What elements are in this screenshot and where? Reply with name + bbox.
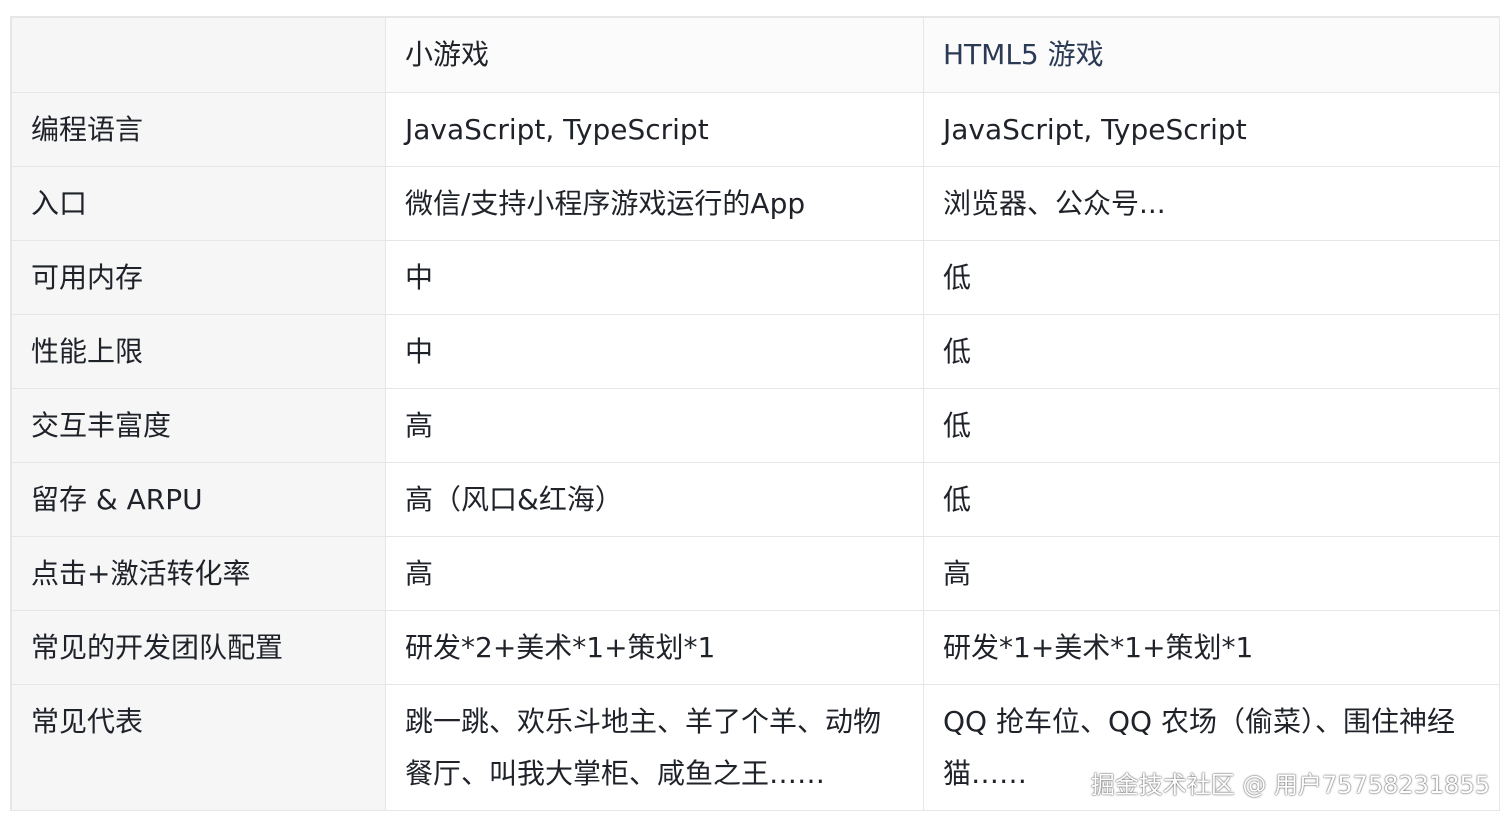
mini-game-value: 中 <box>385 314 924 389</box>
mini-game-value: 高 <box>385 536 924 611</box>
html5-game-value: 研发*1+美术*1+策划*1 <box>923 610 1500 685</box>
table-row: 可用内存 中 低 <box>11 240 1500 315</box>
mini-game-value: 微信/支持小程序游戏运行的App <box>385 166 924 241</box>
table-row: 常见的开发团队配置 研发*2+美术*1+策划*1 研发*1+美术*1+策划*1 <box>11 610 1500 685</box>
html5-game-value: 低 <box>923 240 1500 315</box>
header-label-html5-game: HTML5 游戏 <box>943 38 1104 71</box>
table-row: 性能上限 中 低 <box>11 314 1500 389</box>
html5-game-value: 低 <box>923 462 1500 537</box>
table-row: 留存 & ARPU 高（风口&红海） 低 <box>11 462 1500 537</box>
row-label: 编程语言 <box>11 92 386 167</box>
mini-game-value: 研发*2+美术*1+策划*1 <box>385 610 924 685</box>
html5-game-value: JavaScript, TypeScript <box>923 92 1500 167</box>
comparison-table-container: 小游戏 HTML5 游戏 编程语言 JavaScript, TypeScript… <box>10 16 1500 811</box>
mini-game-value: JavaScript, TypeScript <box>385 92 924 167</box>
html5-game-value: 低 <box>923 314 1500 389</box>
comparison-table: 小游戏 HTML5 游戏 编程语言 JavaScript, TypeScript… <box>11 17 1500 811</box>
table-row: 编程语言 JavaScript, TypeScript JavaScript, … <box>11 92 1500 167</box>
row-label: 点击+激活转化率 <box>11 536 386 611</box>
row-label: 可用内存 <box>11 240 386 315</box>
header-cell-empty <box>11 17 386 93</box>
mini-game-value: 高 <box>385 388 924 463</box>
table-row: 交互丰富度 高 低 <box>11 388 1500 463</box>
header-label-mini-game: 小游戏 <box>405 38 490 71</box>
header-cell-mini-game: 小游戏 <box>385 17 924 93</box>
mini-game-value: 跳一跳、欢乐斗地主、羊了个羊、动物餐厅、叫我大掌柜、咸鱼之王…… <box>385 684 924 811</box>
table-row: 入口 微信/支持小程序游戏运行的App 浏览器、公众号... <box>11 166 1500 241</box>
row-label: 入口 <box>11 166 386 241</box>
table-row: 点击+激活转化率 高 高 <box>11 536 1500 611</box>
row-label: 性能上限 <box>11 314 386 389</box>
row-label: 留存 & ARPU <box>11 462 386 537</box>
watermark: 掘金技术社区 @ 用户75758231855 <box>1090 771 1490 799</box>
html5-game-value: 低 <box>923 388 1500 463</box>
html5-game-value: 浏览器、公众号... <box>923 166 1500 241</box>
row-label: 常见的开发团队配置 <box>11 610 386 685</box>
table-header-row: 小游戏 HTML5 游戏 <box>11 17 1500 93</box>
header-cell-html5-game: HTML5 游戏 <box>923 17 1500 93</box>
row-label: 交互丰富度 <box>11 388 386 463</box>
mini-game-value: 中 <box>385 240 924 315</box>
mini-game-value: 高（风口&红海） <box>385 462 924 537</box>
html5-game-value: 高 <box>923 536 1500 611</box>
row-label: 常见代表 <box>11 684 386 811</box>
